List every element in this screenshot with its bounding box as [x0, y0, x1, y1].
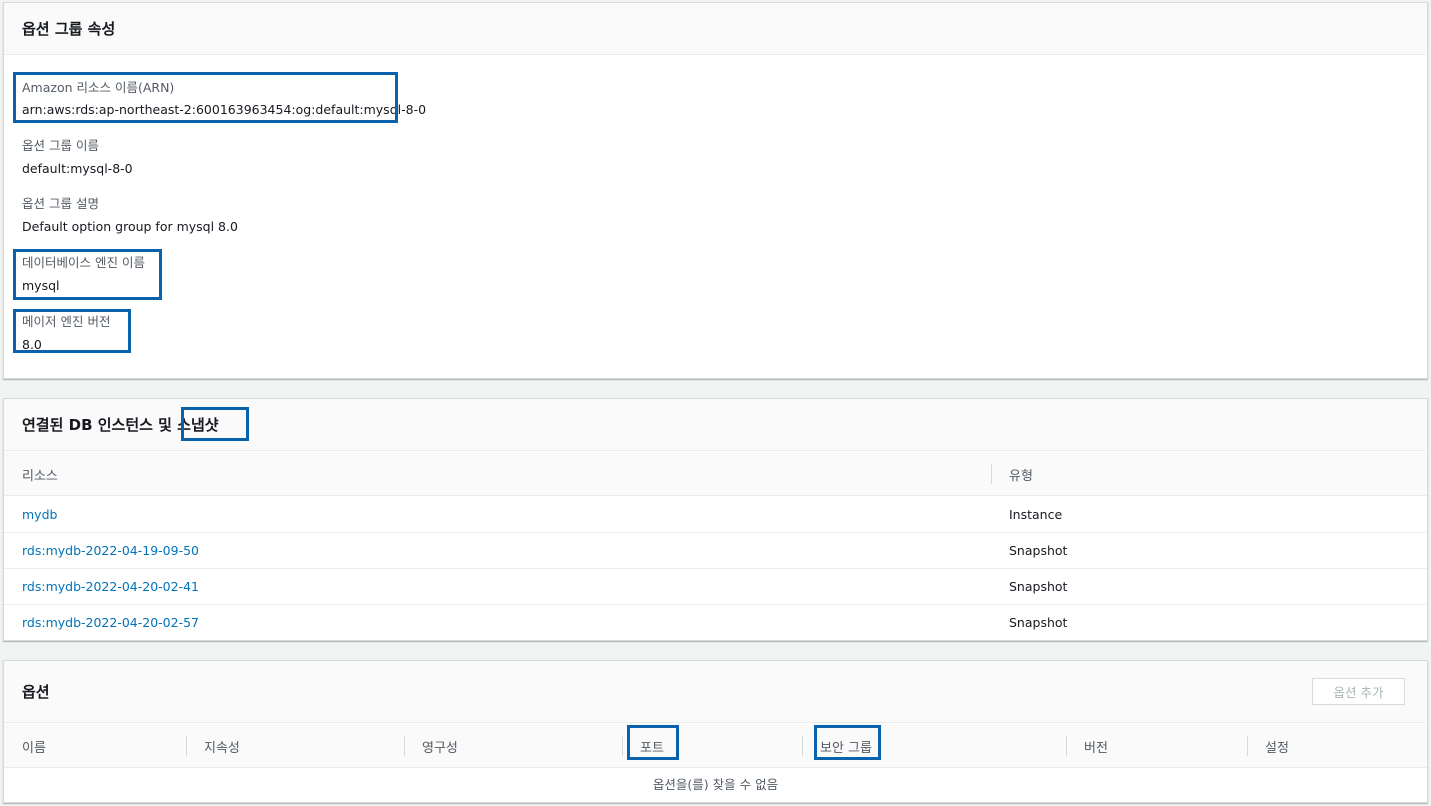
column-divider[interactable]: [1066, 736, 1067, 756]
column-header-settings[interactable]: 설정: [1265, 724, 1289, 768]
column-header-security-group[interactable]: 보안 그룹: [820, 724, 872, 768]
table-row: rds:mydb-2022-04-20-02-57 Snapshot: [4, 605, 1427, 641]
resource-type: Instance: [1009, 507, 1063, 522]
resource-type: Snapshot: [1009, 615, 1068, 630]
table-row: mydb Instance: [4, 497, 1427, 533]
column-divider[interactable]: [404, 736, 405, 756]
column-divider[interactable]: [991, 464, 992, 484]
column-header-type[interactable]: 유형: [1009, 452, 1033, 496]
resource-type: Snapshot: [1009, 579, 1068, 594]
arn-field: Amazon 리소스 이름(ARN) arn:aws:rds:ap-northe…: [22, 79, 426, 119]
engine-name-value: mysql: [22, 278, 60, 293]
option-group-name-label: 옵션 그룹 이름: [22, 138, 99, 153]
engine-name-field: 데이터베이스 엔진 이름 mysql: [22, 254, 145, 295]
major-engine-version-label: 메이저 엔진 버전: [22, 314, 111, 329]
column-divider[interactable]: [186, 736, 187, 756]
panel-title: 연결된 DB 인스턴스 및 스냅샷: [4, 399, 1427, 451]
associated-instances-panel: 연결된 DB 인스턴스 및 스냅샷 리소스 유형 mydb Instance r…: [3, 398, 1428, 641]
option-group-name-field: 옵션 그룹 이름 default:mysql-8-0: [22, 137, 133, 178]
table-row: rds:mydb-2022-04-19-09-50 Snapshot: [4, 533, 1427, 569]
engine-name-label: 데이터베이스 엔진 이름: [22, 255, 145, 270]
column-header-permanent[interactable]: 영구성: [422, 724, 458, 768]
options-panel: 옵션 옵션 추가 이름 지속성 영구성 포트 보안 그룹 버전 설정 옵션을(를…: [3, 660, 1428, 803]
column-header-version[interactable]: 버전: [1084, 724, 1108, 768]
column-header-resource[interactable]: 리소스: [22, 452, 58, 496]
column-header-name[interactable]: 이름: [22, 724, 46, 768]
resource-link[interactable]: rds:mydb-2022-04-19-09-50: [22, 543, 199, 558]
table-header: 이름 지속성 영구성 포트 보안 그룹 버전 설정: [4, 724, 1427, 768]
major-engine-version-value: 8.0: [22, 337, 42, 352]
column-divider[interactable]: [622, 736, 623, 756]
column-header-port[interactable]: 포트: [640, 724, 664, 768]
resource-link[interactable]: mydb: [22, 507, 57, 522]
resource-type: Snapshot: [1009, 543, 1068, 558]
major-engine-version-field: 메이저 엔진 버전 8.0: [22, 313, 110, 354]
option-group-name-value: default:mysql-8-0: [22, 161, 133, 176]
option-group-description-value: Default option group for mysql 8.0: [22, 219, 238, 234]
option-group-description-label: 옵션 그룹 설명: [22, 196, 99, 211]
resource-link[interactable]: rds:mydb-2022-04-20-02-41: [22, 579, 199, 594]
option-group-properties-panel: 옵션 그룹 속성 Amazon 리소스 이름(ARN) arn:aws:rds:…: [3, 2, 1428, 379]
empty-state-message: 옵션을(를) 찾을 수 없음: [652, 777, 779, 792]
panel-title: 옵션: [4, 661, 1427, 723]
column-divider[interactable]: [1247, 736, 1248, 756]
add-option-button[interactable]: 옵션 추가: [1312, 678, 1405, 705]
column-header-persistent[interactable]: 지속성: [204, 724, 240, 768]
table-header: 리소스 유형: [4, 452, 1427, 496]
panel-title: 옵션 그룹 속성: [4, 3, 1427, 55]
arn-label: Amazon 리소스 이름(ARN): [22, 80, 175, 95]
resource-link[interactable]: rds:mydb-2022-04-20-02-57: [22, 615, 199, 630]
arn-value: arn:aws:rds:ap-northeast-2:600163963454:…: [22, 102, 427, 117]
option-group-description-field: 옵션 그룹 설명 Default option group for mysql …: [22, 195, 238, 236]
table-row: rds:mydb-2022-04-20-02-41 Snapshot: [4, 569, 1427, 605]
column-divider[interactable]: [802, 736, 803, 756]
